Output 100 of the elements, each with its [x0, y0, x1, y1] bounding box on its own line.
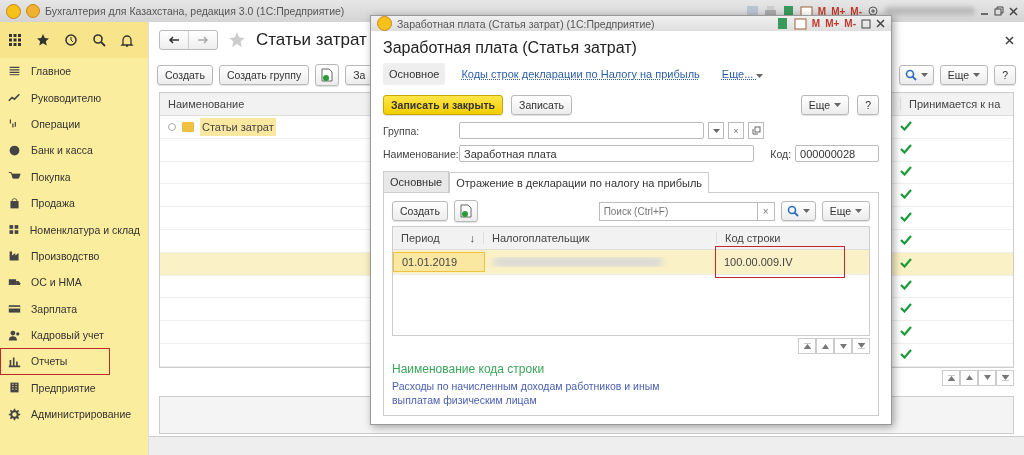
back-arrow-icon [168, 36, 180, 44]
field-label: Группа: [383, 124, 421, 137]
more-link[interactable]: Еще... [715, 63, 770, 85]
column-header[interactable]: Налогоплательщик [483, 232, 716, 244]
caret-icon [973, 73, 981, 77]
sidebar-item[interactable]: Продажа [0, 189, 148, 217]
sidebar-item[interactable]: Номенклатура и склад [0, 216, 148, 243]
close-icon[interactable] [1009, 6, 1018, 16]
save-and-close-button[interactable]: Записать и закрыть [383, 95, 504, 115]
table-cell: 100.00.009.IV [716, 247, 844, 277]
memory-key[interactable]: M [811, 18, 821, 29]
tab[interactable]: Отражение в декларации по налогу на прибыль [449, 172, 710, 193]
sidebar-item[interactable]: Покупка [0, 163, 148, 190]
sidebar-item[interactable]: ОС и НМА [0, 269, 148, 296]
sidebar-item[interactable]: Главное [0, 58, 148, 85]
search-icon [904, 69, 917, 81]
scroll-top-button[interactable] [798, 338, 816, 354]
memory-key[interactable]: M- [844, 18, 856, 29]
scroll-top-button[interactable] [942, 369, 960, 386]
check-icon [900, 280, 912, 291]
save-button[interactable]: Записать [511, 95, 572, 115]
clear-button[interactable]: × [756, 202, 774, 220]
calendar-icon[interactable] [793, 17, 807, 30]
zoom-icon[interactable] [867, 4, 880, 18]
check-icon [900, 326, 912, 337]
memory-key[interactable]: M+ [831, 5, 846, 17]
close-icon[interactable] [1005, 35, 1014, 45]
search-button[interactable] [780, 201, 816, 221]
sidebar-item[interactable]: Зарплата [0, 295, 148, 322]
calculator-icon[interactable] [781, 4, 795, 18]
sidebar-item[interactable]: Операции [0, 110, 148, 138]
apps-grid-icon[interactable] [8, 33, 22, 47]
help-button[interactable]: ? [857, 95, 879, 115]
caret-icon [756, 74, 764, 78]
check-icon [900, 166, 912, 177]
create-button[interactable]: Создать [392, 201, 448, 221]
caret-icon [834, 103, 842, 107]
more-button[interactable]: Еще [939, 65, 989, 85]
gear-icon [8, 407, 21, 421]
search-field[interactable]: Поиск (Ctrl+F) × [598, 201, 775, 221]
form-nav-link[interactable]: Основное [383, 63, 446, 85]
scroll-down-button[interactable] [978, 369, 996, 386]
search-button[interactable] [898, 65, 934, 85]
form-heading: Заработная плата (Статья затрат) [382, 38, 638, 58]
history-icon[interactable] [64, 33, 78, 47]
print-icon[interactable] [763, 4, 777, 18]
check-icon [900, 257, 912, 268]
memory-key[interactable]: M [817, 5, 827, 17]
up-triangle-icon [965, 375, 973, 381]
memory-key[interactable]: M- [850, 5, 862, 17]
save-icon[interactable] [745, 4, 759, 18]
group-field[interactable] [459, 122, 704, 139]
check-icon [900, 189, 912, 200]
column-header[interactable]: Код строки [716, 232, 853, 244]
table-cell: 01.01.2019 [393, 252, 485, 272]
up-triangle-icon [821, 343, 829, 349]
dropdown-button[interactable] [708, 122, 724, 139]
calculator-icon[interactable] [775, 17, 789, 30]
down-triangle-icon [983, 375, 991, 381]
sidebar-item[interactable]: Производство [0, 242, 148, 270]
favorite-star-icon[interactable] [228, 31, 246, 49]
sidebar-item[interactable]: Предприятие [0, 374, 148, 402]
document-add-icon [459, 204, 472, 218]
form-nav-link[interactable]: Коды строк декларации по Налогу на прибыль [455, 63, 706, 85]
check-icon [900, 348, 912, 359]
code-field[interactable]: 000000028 [795, 145, 879, 162]
sidebar-item[interactable]: Администрирование [0, 401, 148, 428]
add-copy-button[interactable] [453, 200, 478, 222]
help-button[interactable]: ? [994, 65, 1016, 85]
toolbar-button[interactable]: Создать [157, 65, 213, 85]
bar-chart-icon [8, 355, 21, 368]
check-icon [900, 143, 912, 154]
scroll-up-button[interactable] [816, 338, 834, 354]
sidebar-item[interactable]: Банк и касса [0, 137, 148, 164]
more-button[interactable]: Еще [800, 95, 850, 115]
name-field[interactable]: Заработная плата [459, 145, 755, 162]
bell-icon[interactable] [120, 33, 134, 47]
column-header[interactable]: Период ↓ [393, 232, 483, 244]
scroll-up-button[interactable] [960, 369, 978, 386]
scroll-bottom-button[interactable] [996, 369, 1014, 386]
clear-button[interactable]: × [728, 122, 744, 139]
close-icon[interactable] [876, 19, 885, 28]
column-header[interactable]: Принимается к на [900, 98, 1007, 110]
scroll-down-button[interactable] [834, 338, 852, 354]
card-icon [8, 302, 21, 316]
toolbar-button[interactable]: Создать группу [218, 65, 310, 85]
search-icon[interactable] [92, 33, 106, 47]
more-button[interactable]: Еще [821, 201, 870, 221]
memory-key[interactable]: M+ [825, 18, 840, 29]
coin-icon [8, 143, 21, 157]
scroll-bottom-button[interactable] [852, 338, 870, 354]
star-icon[interactable] [36, 33, 50, 47]
add-copy-button[interactable] [315, 64, 340, 86]
restore-icon[interactable] [994, 6, 1004, 16]
factory-icon [8, 249, 21, 263]
sidebar-item[interactable]: Руководителю [0, 84, 148, 111]
maximize-icon[interactable] [861, 18, 871, 29]
sidebar-item[interactable]: Кадровый учет [0, 321, 148, 349]
sidebar-item[interactable]: Отчеты [0, 348, 110, 375]
tab[interactable]: Основные [383, 171, 450, 192]
